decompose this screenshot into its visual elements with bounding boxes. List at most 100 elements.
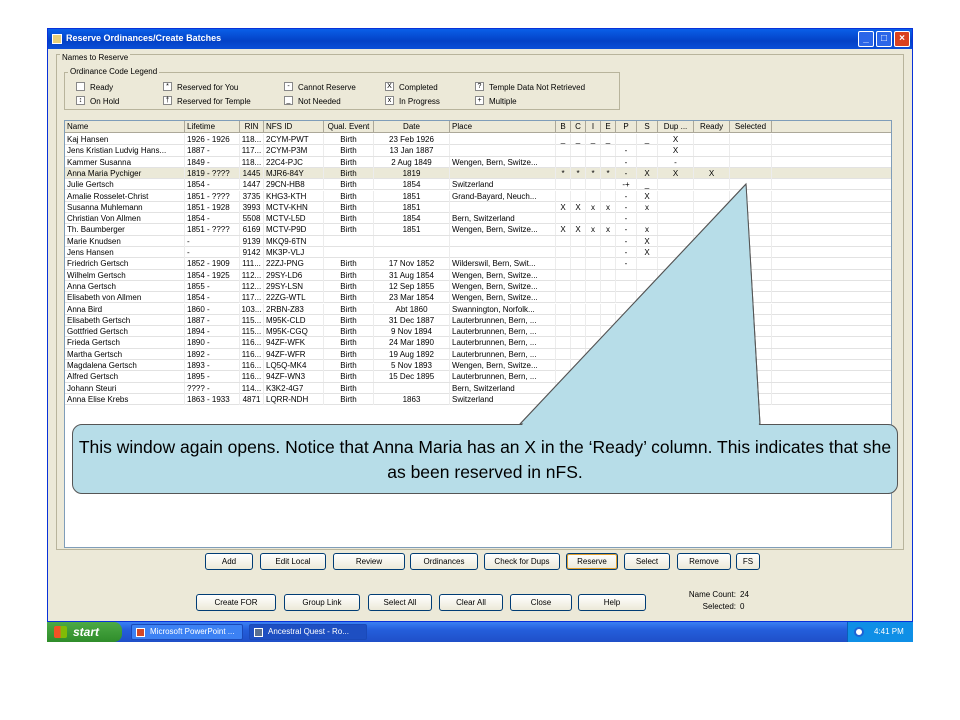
maximize-button[interactable]: □ xyxy=(876,31,892,47)
table-cell: 1819 - ???? xyxy=(185,167,240,179)
select-all-button[interactable]: Select All xyxy=(368,594,432,611)
table-cell xyxy=(658,348,694,360)
table-cell xyxy=(450,145,556,157)
add-button[interactable]: Add xyxy=(205,553,253,570)
table-row[interactable]: Marie Knudsen -9139 MKQ9-6TN - X xyxy=(65,235,891,247)
fs-button[interactable]: FS xyxy=(736,553,760,570)
table-cell: 115... xyxy=(240,326,264,338)
column-header[interactable]: Place xyxy=(450,121,556,133)
table-row[interactable]: Th. Baumberger 1851 - ???? 6169 MCTV-P9D Bir… xyxy=(65,224,891,236)
network-icon[interactable] xyxy=(854,627,864,637)
table-cell: 1851 - ???? xyxy=(185,190,240,202)
table-row[interactable]: Anna Elise Krebs 1863 - 1933 4871 LQRR-NDH B… xyxy=(65,393,891,406)
table-cell: Susanna Muhlemann xyxy=(65,201,185,213)
table-row[interactable]: Wilhelm Gertsch 1854 - 1925 112... 29SY-LD6… xyxy=(65,269,891,281)
review-button[interactable]: Review xyxy=(333,553,405,570)
table-cell: Birth xyxy=(324,224,374,236)
column-header[interactable]: Ready xyxy=(694,121,730,133)
table-row[interactable]: Jens Hansen -9142 MK3P-VLJ - X xyxy=(65,247,891,259)
table-cell xyxy=(601,326,616,338)
edit-local-button[interactable]: Edit Local xyxy=(260,553,326,570)
table-row[interactable]: Anna Bird 1860 -103... 2RBN-Z83 Birth Abt 18… xyxy=(65,303,891,315)
column-header[interactable]: E xyxy=(601,121,616,133)
title-bar[interactable]: Reserve Ordinances/Create Batches _ □ × xyxy=(48,29,912,49)
table-cell xyxy=(450,201,556,213)
table-row[interactable]: Gottfried Gertsch 1894 -115... M95K-CGQ Bir… xyxy=(65,326,891,338)
table-cell xyxy=(571,280,586,292)
column-header[interactable]: Date xyxy=(374,121,450,133)
table-cell xyxy=(616,269,637,281)
table-row[interactable]: Anna Maria Pychiger 1819 - ???? 1445 MJR6-8… xyxy=(65,167,891,180)
table-row[interactable]: Kaj Hansen 1926 - 1926 118... 2CYM-PWT Birth… xyxy=(65,134,891,146)
column-header[interactable]: S xyxy=(637,121,658,133)
column-header[interactable]: Name xyxy=(65,121,185,133)
table-row[interactable]: Martha Gertsch 1892 -116... 94ZF-WFR Birth 1… xyxy=(65,348,891,360)
remove-button[interactable]: Remove xyxy=(677,553,731,570)
check-for-dups-button[interactable]: Check for Dups xyxy=(484,553,560,570)
task-powerpoint[interactable]: Microsoft PowerPoint ... xyxy=(131,624,243,640)
column-header[interactable]: Dup ... xyxy=(658,121,694,133)
table-cell: 117... xyxy=(240,292,264,304)
reserve-button[interactable]: Reserve xyxy=(566,553,618,570)
table-cell xyxy=(601,382,616,394)
column-header[interactable]: Selected xyxy=(730,121,772,133)
minimize-button[interactable]: _ xyxy=(858,31,874,47)
table-cell: 9 Nov 1894 xyxy=(374,326,450,338)
table-row[interactable]: Alfred Gertsch 1895 -116... 94ZF-WN3 Birth 1… xyxy=(65,371,891,383)
table-cell xyxy=(586,393,601,405)
table-cell xyxy=(730,280,772,292)
select-button[interactable]: Select xyxy=(624,553,670,570)
table-cell: Anna Elise Krebs xyxy=(65,393,185,405)
table-cell xyxy=(556,337,571,349)
table-row[interactable]: Elisabeth Gertsch 1887 -115... M95K-CLD Bir… xyxy=(65,314,891,327)
table-row[interactable]: Johann Steuri???? -114... K3K2-4G7 Birth Be… xyxy=(65,382,891,394)
table-cell xyxy=(637,326,658,338)
task-ancestral-quest[interactable]: Ancestral Quest - Ro... xyxy=(249,624,367,640)
table-row[interactable]: Frieda Gertsch 1890 -116... 94ZF-WFK Birth 2… xyxy=(65,337,891,349)
create-for-button[interactable]: Create FOR xyxy=(196,594,276,611)
table-cell: Th. Baumberger xyxy=(65,224,185,236)
close-window-button[interactable]: × xyxy=(894,31,910,47)
table-cell: 1854 xyxy=(374,213,450,225)
table-cell xyxy=(694,134,730,145)
table-cell: Elisabeth Gertsch xyxy=(65,314,185,326)
table-cell: _ xyxy=(556,134,571,145)
table-cell: * xyxy=(586,167,601,179)
group-link-button[interactable]: Group Link xyxy=(284,594,360,611)
table-row[interactable]: Jens Kristian Ludvig Hans... 1887 -117...… xyxy=(65,145,891,157)
column-header[interactable]: C xyxy=(571,121,586,133)
table-cell xyxy=(586,314,601,326)
table-row[interactable]: Julie Gertsch 1854 -1447 29CN-HB8 Birth 1854… xyxy=(65,179,891,191)
help-button[interactable]: Help xyxy=(578,594,646,611)
column-header[interactable]: Qual. Event xyxy=(324,121,374,133)
table-cell: Marie Knudsen xyxy=(65,235,185,247)
table-row[interactable]: Amalie Rosselet-Christ 1851 - ???? 3735 KHG… xyxy=(65,190,891,202)
close-button[interactable]: Close xyxy=(510,594,572,611)
clear-all-button[interactable]: Clear All xyxy=(439,594,503,611)
table-row[interactable]: Magdalena Gertsch 1893 -116... LQ5Q-MK4 Bir… xyxy=(65,360,891,372)
column-header[interactable]: B xyxy=(556,121,571,133)
table-cell xyxy=(601,360,616,371)
table-row[interactable]: Elisabeth von Allmen 1854 -117... 22ZG-WTL… xyxy=(65,292,891,304)
column-header[interactable]: I xyxy=(586,121,601,133)
table-cell: x xyxy=(637,201,658,213)
table-cell: Birth xyxy=(324,190,374,202)
start-button[interactable]: start xyxy=(47,622,122,642)
table-cell xyxy=(730,326,772,338)
table-row[interactable]: Friedrich Gertsch 1852 - 1909 111... 22ZJ-P… xyxy=(65,258,891,270)
table-cell: _ xyxy=(601,134,616,145)
column-header[interactable]: Lifetime xyxy=(185,121,240,133)
ordinances-button[interactable]: Ordinances xyxy=(410,553,478,570)
column-header[interactable]: RIN xyxy=(240,121,264,133)
table-cell xyxy=(658,292,694,304)
table-cell: - xyxy=(616,247,637,258)
table-cell xyxy=(658,393,694,405)
table-row[interactable]: Susanna Muhlemann 1851 - 1928 3993 MCTV-KHN… xyxy=(65,201,891,214)
table-row[interactable]: Kammer Susanna 1849 -118... 22C4-PJC Birth 2… xyxy=(65,156,891,168)
table-cell xyxy=(730,235,772,247)
legend-code-box: ↕ xyxy=(76,96,85,105)
table-row[interactable]: Anna Gertsch 1855 -112... 29SY-LSN Birth 12 … xyxy=(65,280,891,293)
column-header[interactable]: P xyxy=(616,121,637,133)
table-row[interactable]: Christian Von Allmen 1854 -5508 MCTV-L5D Bi… xyxy=(65,213,891,225)
column-header[interactable]: NFS ID xyxy=(264,121,324,133)
